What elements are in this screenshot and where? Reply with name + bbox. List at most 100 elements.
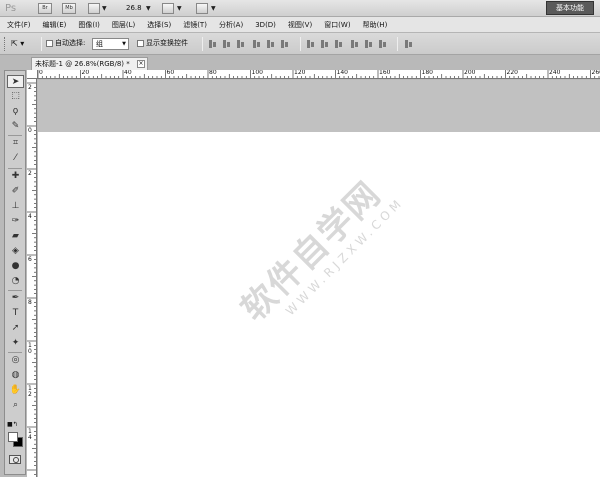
align-vertical-center-icon[interactable] (222, 39, 232, 49)
menu-select[interactable]: 选择(S) (140, 17, 176, 33)
zoom-tool-icon[interactable]: ⌕ (7, 399, 24, 412)
view-extras-dropdown-icon[interactable]: ▼ (102, 3, 107, 14)
document-canvas[interactable] (38, 132, 600, 477)
distribute-horizontal-center-icon[interactable] (364, 39, 374, 49)
distribute-top-icon[interactable] (306, 39, 316, 49)
history-brush-tool-icon[interactable]: ✑ (7, 215, 24, 228)
document-tab[interactable]: 未标题-1 @ 26.8%(RGB/8) * × (31, 57, 148, 70)
menu-analysis[interactable]: 分析(A) (212, 17, 248, 33)
blur-tool-icon[interactable]: ● (7, 260, 24, 273)
ruler-label: 120 (294, 70, 306, 76)
workspace-switcher-button[interactable]: 基本功能 (546, 1, 594, 15)
shape-tool-icon[interactable]: ✦ (7, 337, 24, 350)
menu-image[interactable]: 图像(I) (71, 17, 105, 33)
menu-bar: 文件(F) 编辑(E) 图像(I) 图层(L) 选择(S) 滤镜(T) 分析(A… (0, 17, 600, 33)
zoom-level[interactable]: 26.8 (126, 3, 142, 14)
ruler-label: 1 4 (28, 428, 32, 441)
menu-3d[interactable]: 3D(D) (248, 17, 281, 33)
distribute-vertical-center-icon[interactable] (320, 39, 330, 49)
options-separator (300, 37, 301, 51)
tools-separator (8, 290, 22, 291)
align-horizontal-center-icon[interactable] (266, 39, 276, 49)
menu-view[interactable]: 视图(V) (281, 17, 317, 33)
options-separator (202, 37, 203, 51)
ruler-label: 4 (28, 213, 32, 220)
type-tool-icon[interactable]: T (7, 307, 24, 320)
photoshop-logo: Ps (5, 3, 17, 14)
foreground-color-swatch[interactable] (8, 432, 18, 442)
path-selection-tool-icon[interactable]: ➚ (7, 322, 24, 335)
menu-help[interactable]: 帮助(H) (356, 17, 393, 33)
application-bar: Ps Br Mb ▼ 26.8 ▼ ▼ ▼ 基本功能 (0, 0, 600, 17)
close-icon[interactable]: × (137, 60, 145, 68)
ruler-label: 40 (124, 70, 132, 76)
options-bar: ⇱ ▾ 自动选择: 组 ▼ 显示变换控件 (0, 33, 600, 55)
quick-mask-icon[interactable] (9, 455, 21, 464)
photoshop-window: Ps Br Mb ▼ 26.8 ▼ ▼ ▼ 基本功能 文件(F) 编辑(E) 图… (0, 0, 600, 477)
auto-select-value: 组 (96, 40, 103, 48)
chevron-down-icon: ▼ (122, 41, 126, 47)
dodge-tool-icon[interactable]: ◔ (7, 275, 24, 288)
auto-select-dropdown[interactable]: 组 ▼ (92, 38, 129, 50)
mini-bridge-button[interactable]: Mb (62, 3, 76, 14)
screen-mode-dropdown-icon[interactable]: ▼ (211, 3, 216, 14)
tools-separator (8, 168, 22, 169)
ruler-label: 1 2 (28, 385, 32, 398)
menu-filter[interactable]: 滤镜(T) (176, 17, 212, 33)
auto-select-checkbox[interactable] (46, 40, 53, 47)
document-tab-title: 未标题-1 @ 26.8%(RGB/8) * (35, 60, 130, 68)
align-left-icon[interactable] (252, 39, 262, 49)
default-colors-icon[interactable]: ■↰ (7, 421, 18, 428)
pen-tool-icon[interactable]: ✒ (7, 292, 24, 305)
tools-separator (8, 352, 22, 353)
menu-layer[interactable]: 图层(L) (105, 17, 140, 33)
screen-mode-button[interactable] (196, 3, 208, 14)
ruler-label: 0 (39, 70, 43, 76)
menu-window[interactable]: 窗口(W) (317, 17, 355, 33)
distribute-right-icon[interactable] (378, 39, 388, 49)
arrange-dropdown-icon[interactable]: ▼ (177, 3, 182, 14)
marquee-tool-icon[interactable]: ⬚ (7, 90, 24, 103)
clone-stamp-tool-icon[interactable]: ⊥ (7, 200, 24, 213)
crop-tool-icon[interactable]: ⌗ (7, 137, 24, 150)
menu-file[interactable]: 文件(F) (0, 17, 36, 33)
align-right-icon[interactable] (280, 39, 290, 49)
zoom-dropdown-icon[interactable]: ▼ (146, 3, 151, 14)
ruler-label: 6 (28, 256, 32, 263)
auto-align-layers-icon[interactable] (404, 39, 414, 49)
arrange-documents-button[interactable] (162, 3, 174, 14)
ruler-label: 180 (421, 70, 433, 76)
horizontal-ruler[interactable]: 0 20 40 60 80 100 120 140 160 180 200 220 240 260 (38, 70, 600, 79)
pasteboard (38, 80, 600, 132)
menu-edit[interactable]: 编辑(E) (36, 17, 72, 33)
eyedropper-tool-icon[interactable]: ⁄ (7, 152, 24, 165)
align-bottom-icon[interactable] (236, 39, 246, 49)
align-top-icon[interactable] (208, 39, 218, 49)
brush-tool-icon[interactable]: ✐ (7, 185, 24, 198)
options-bar-grip[interactable] (4, 37, 7, 51)
ruler-origin[interactable] (27, 70, 38, 79)
paint-bucket-tool-icon[interactable]: ◈ (7, 245, 24, 258)
show-transform-controls-checkbox[interactable] (137, 40, 144, 47)
bridge-button[interactable]: Br (38, 3, 52, 14)
ruler-label: 1 0 (28, 342, 32, 355)
lasso-tool-icon[interactable]: ϙ (7, 105, 24, 118)
move-tool-preset-icon[interactable]: ⇱ ▾ (11, 38, 39, 50)
distribute-left-icon[interactable] (350, 39, 360, 49)
eraser-tool-icon[interactable]: ▰ (7, 230, 24, 243)
hand-tool-icon[interactable]: ✋ (7, 384, 24, 397)
3d-orbit-tool-icon[interactable]: ◍ (7, 369, 24, 382)
move-tool-icon[interactable]: ➤ (7, 75, 24, 88)
quick-selection-tool-icon[interactable]: ✎ (7, 120, 24, 133)
auto-select-label: 自动选择: (55, 39, 86, 47)
ruler-label: 100 (251, 70, 263, 76)
view-extras-button[interactable] (88, 3, 100, 14)
ruler-label: 240 (549, 70, 561, 76)
distribute-bottom-icon[interactable] (334, 39, 344, 49)
ruler-label: 80 (209, 70, 217, 76)
ruler-label: 260 (591, 70, 600, 76)
healing-brush-tool-icon[interactable]: ✚ (7, 170, 24, 183)
3d-rotate-tool-icon[interactable]: ◎ (7, 354, 24, 367)
vertical-ruler[interactable]: 2 0 2 4 6 8 1 0 1 2 1 4 (27, 79, 37, 477)
ruler-label: 2 (28, 170, 32, 177)
